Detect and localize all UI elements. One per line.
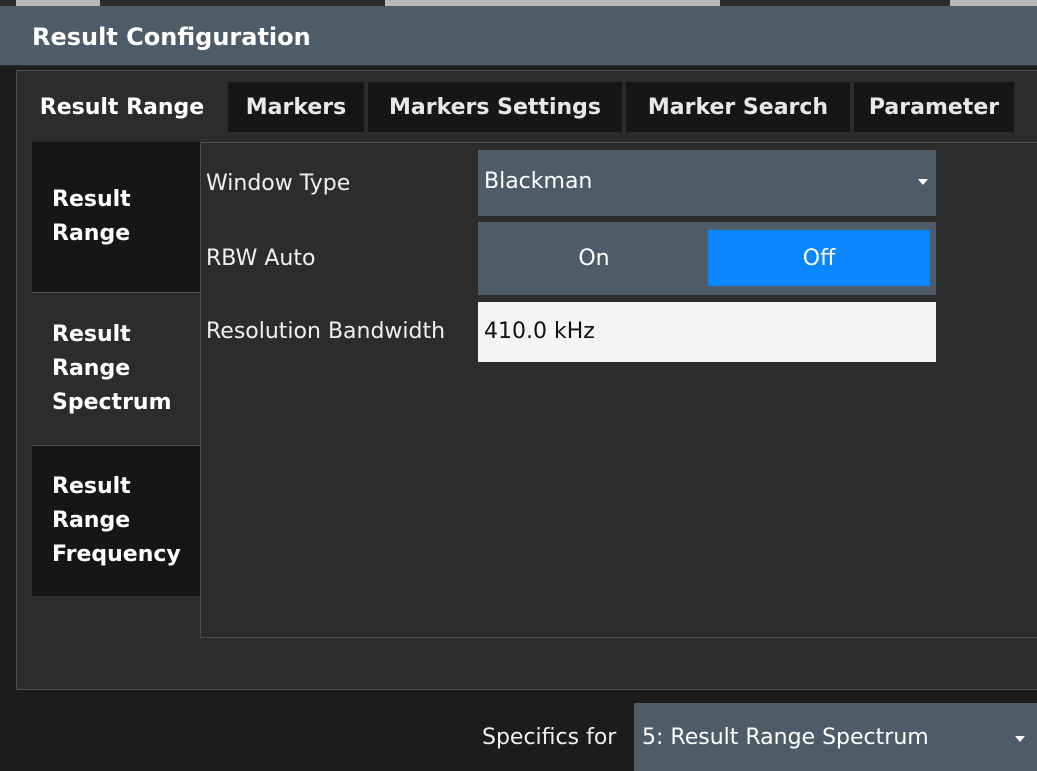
sidebar-item-label: Result bbox=[52, 187, 131, 212]
sidebar-item-label: Range bbox=[52, 221, 131, 246]
tab-markers-settings[interactable]: Markers Settings bbox=[368, 82, 622, 132]
specifics-for-value: 5: Result Range Spectrum bbox=[642, 725, 929, 750]
resolution-bandwidth-value: 410.0 kHz bbox=[484, 319, 595, 344]
chevron-down-icon bbox=[1015, 736, 1025, 742]
sidebar-item-label: Spectrum bbox=[52, 390, 172, 415]
tab-result-range[interactable]: Result Range bbox=[20, 82, 224, 132]
rbw-auto-off-button[interactable]: Off bbox=[708, 230, 930, 286]
tab-markers[interactable]: Markers bbox=[228, 82, 364, 132]
resolution-bandwidth-label: Resolution Bandwidth bbox=[206, 319, 446, 344]
sidebar-item-result-range-frequency[interactable]: Result Range Frequency bbox=[32, 446, 200, 596]
window-type-label: Window Type bbox=[206, 171, 351, 196]
rbw-auto-toggle: On Off bbox=[478, 222, 936, 295]
sidebar-item-label: Result bbox=[52, 322, 131, 347]
resolution-bandwidth-input[interactable]: 410.0 kHz bbox=[478, 302, 936, 362]
dialog-title: Result Configuration bbox=[32, 23, 311, 51]
window-type-dropdown[interactable]: Blackman bbox=[478, 150, 936, 216]
sidebar-item-label: Range bbox=[52, 356, 131, 381]
tab-marker-search[interactable]: Marker Search bbox=[626, 82, 850, 132]
chevron-down-icon bbox=[918, 179, 928, 185]
settings-panel bbox=[200, 142, 1037, 638]
window-type-value: Blackman bbox=[484, 169, 593, 194]
tab-parameter[interactable]: Parameter bbox=[854, 82, 1014, 132]
sidebar-item-result-range[interactable]: Result Range bbox=[32, 142, 200, 292]
sidebar-item-label: Result bbox=[52, 474, 131, 499]
sidebar-item-label: Frequency bbox=[52, 542, 181, 567]
tab-bar: Result Range Markers Markers Settings Ma… bbox=[20, 82, 1018, 132]
sidebar-item-label: Range bbox=[52, 508, 131, 533]
sidebar-item-result-range-spectrum[interactable]: Result Range Spectrum bbox=[32, 292, 200, 446]
specifics-for-dropdown[interactable]: 5: Result Range Spectrum bbox=[634, 703, 1037, 771]
rbw-auto-on-button[interactable]: On bbox=[484, 230, 704, 286]
rbw-auto-label: RBW Auto bbox=[206, 246, 316, 271]
dialog-title-bar: Result Configuration bbox=[0, 6, 1037, 66]
specifics-for-label: Specifics for bbox=[482, 725, 617, 750]
